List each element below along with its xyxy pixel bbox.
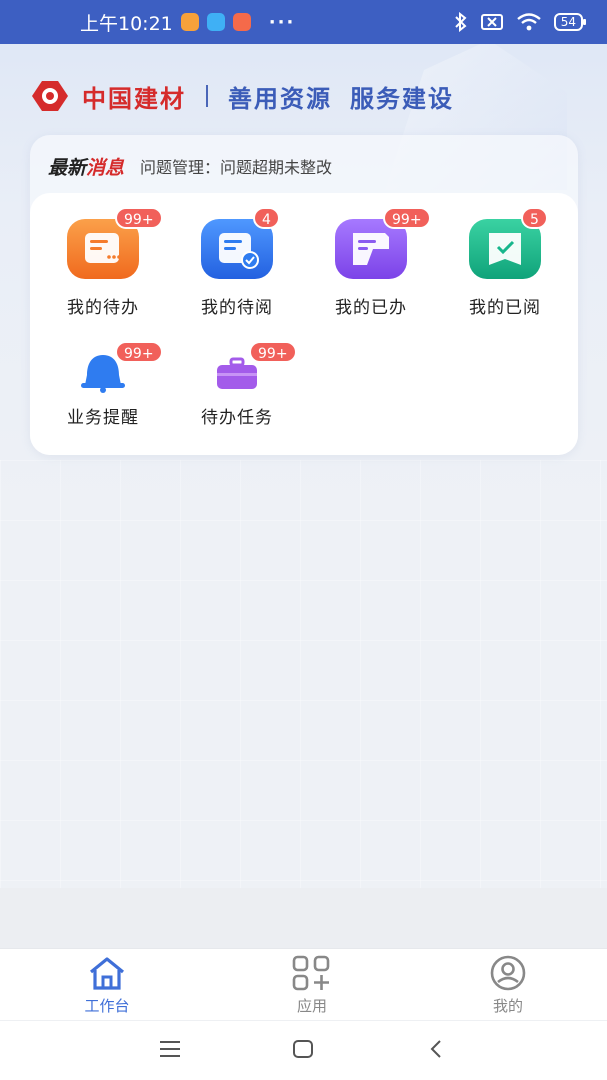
slogan-part-1: 善用资源 [228, 84, 332, 113]
done-count-badge: 99+ [383, 207, 431, 229]
tile-label: 我的待办 [67, 298, 139, 318]
reminder-count-badge: 99+ [115, 341, 163, 363]
tile-label: 业务提醒 [67, 408, 139, 428]
latest-news-row[interactable]: 最新消息 问题管理：问题超期未整改 [48, 153, 332, 179]
todo-icon: 99+ [65, 207, 163, 283]
tile-my-done[interactable]: 99+ 我的已办 [304, 207, 438, 318]
tab-mine[interactable]: 我的 [448, 955, 568, 1016]
battery-indicator: 54 [553, 13, 587, 31]
background-grid [0, 460, 607, 890]
tile-my-to-read[interactable]: 4 我的待阅 [170, 207, 304, 318]
done-icon: 99+ [333, 207, 431, 283]
tab-label: 工作台 [84, 997, 130, 1015]
home-icon [89, 957, 125, 990]
back-icon[interactable] [428, 1039, 444, 1059]
brand-divider [206, 85, 208, 107]
bottom-tab-bar: 工作台 应用 我的 [0, 948, 607, 1020]
company-name: 中国建材 [82, 84, 186, 113]
read-icon: 5 [467, 207, 548, 283]
apps-icon [292, 955, 330, 991]
status-more-indicator: ··· [268, 11, 296, 33]
tile-label: 待办任务 [201, 408, 273, 428]
to-read-count-badge: 4 [253, 207, 280, 229]
notification-app-icon-1 [180, 13, 199, 31]
notification-app-icon-3 [232, 13, 251, 31]
task-count-badge: 99+ [249, 341, 297, 363]
tab-label: 应用 [296, 997, 327, 1015]
bluetooth-icon [455, 12, 467, 32]
status-bar: 上午10:21 ··· 54 [0, 0, 607, 44]
shortcut-grid: 99+ 我的待办 4 我的待阅 99+ 我的已办 5 我的已阅 99+ 业务提醒… [30, 193, 578, 455]
tile-my-read[interactable]: 5 我的已阅 [438, 207, 572, 318]
system-nav-bar [0, 1020, 607, 1080]
tile-label: 我的已办 [335, 298, 407, 318]
slogan-part-2: 服务建设 [350, 84, 454, 113]
brand-header: 中国建材 善用资源 服务建设 [30, 78, 454, 114]
latest-news-text[interactable]: 问题管理：问题超期未整改 [140, 154, 332, 178]
tile-my-todo[interactable]: 99+ 我的待办 [36, 207, 170, 318]
latest-news-title: 最新消息 [48, 153, 124, 180]
briefcase-icon: 99+ [199, 341, 297, 393]
workbench-card: 最新消息 问题管理：问题超期未整改 99+ 我的待办 4 我的待阅 99+ 我的… [30, 135, 578, 455]
tab-workbench[interactable]: 工作台 [47, 955, 167, 1016]
status-right-icons: 54 [454, 12, 587, 32]
to-read-icon: 4 [199, 207, 280, 283]
company-logo-icon [32, 81, 68, 111]
tab-apps[interactable]: 应用 [252, 955, 372, 1016]
tile-label: 我的已阅 [469, 298, 541, 318]
todo-count-badge: 99+ [115, 207, 163, 229]
tile-pending-tasks[interactable]: 99+ 待办任务 [170, 341, 304, 428]
tile-business-reminder[interactable]: 99+ 业务提醒 [36, 341, 170, 428]
bell-icon: 99+ [65, 341, 163, 393]
home-square-icon[interactable] [292, 1039, 314, 1059]
no-sim-icon [480, 14, 503, 30]
profile-icon [490, 955, 526, 991]
status-time: 上午10:21 [80, 12, 173, 35]
tile-label: 我的待阅 [201, 298, 273, 318]
menu-icon[interactable] [158, 1039, 182, 1059]
news-title-part-2: 消息 [86, 156, 125, 179]
notification-app-icon-2 [206, 13, 225, 31]
read-count-badge: 5 [521, 207, 548, 229]
bottom-spacer [0, 888, 607, 948]
news-title-part-1: 最新 [48, 156, 87, 179]
tab-label: 我的 [492, 997, 523, 1015]
status-app-icons [180, 13, 251, 31]
wifi-icon [516, 13, 541, 31]
